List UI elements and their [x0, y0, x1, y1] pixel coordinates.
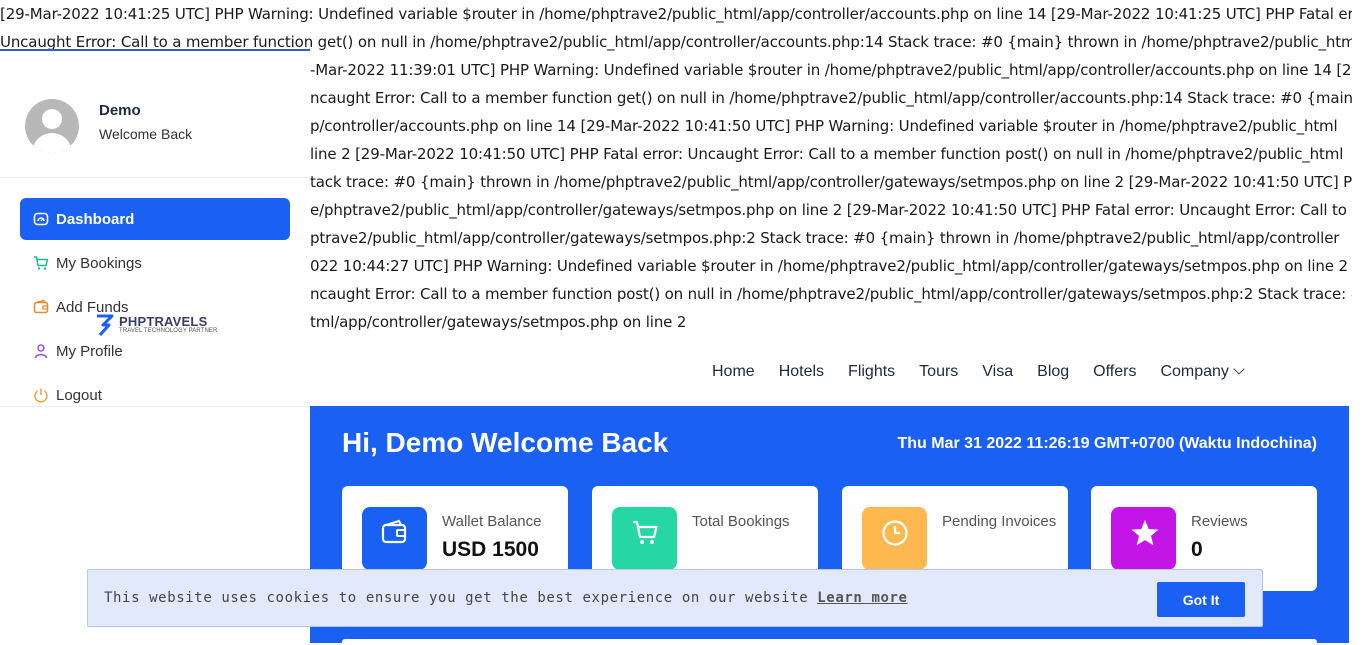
nav-company-label: Company [1160, 363, 1229, 380]
user-name: Demo [99, 102, 141, 119]
nav-flights[interactable]: Flights [836, 363, 907, 381]
cart-icon [633, 520, 658, 544]
stat-label: Reviews [1191, 513, 1248, 530]
page-title: Hi, Demo Welcome Back [342, 427, 669, 458]
stat-value: USD 1500 [442, 538, 539, 561]
current-datetime: Thu Mar 31 2022 11:26:19 GMT+0700 (Waktu… [897, 435, 1317, 452]
stat-value: 0 [1191, 538, 1203, 561]
cookie-text: This website uses cookies to ensure you … [104, 590, 809, 606]
sidebar-item-my-bookings[interactable]: My Bookings [20, 242, 290, 284]
wallet-icon [381, 519, 407, 544]
nav-home[interactable]: Home [700, 363, 767, 381]
sidebar-item-my-profile[interactable]: My Profile [20, 330, 290, 372]
cookie-banner: This website uses cookies to ensure you … [87, 569, 1263, 627]
main-navigation: Home Hotels Flights Tours Visa Blog Offe… [700, 358, 1255, 386]
sidebar-item-label: Logout [56, 386, 102, 404]
stat-label: Total Bookings [692, 513, 790, 530]
error-line: [29-Mar-2022 10:41:25 UTC] PHP Warning: … [0, 5, 1352, 23]
nav-blog[interactable]: Blog [1025, 363, 1081, 381]
chevron-down-icon [1233, 363, 1245, 375]
learn-more-link[interactable]: Learn more [817, 590, 907, 606]
got-it-button[interactable]: Got It [1157, 582, 1245, 617]
stat-tile [612, 507, 677, 570]
sidebar-item-logout[interactable]: Logout [20, 374, 290, 416]
sidebar-item-label: My Profile [56, 342, 123, 360]
nav-visa[interactable]: Visa [970, 363, 1025, 381]
sidebar-divider [0, 406, 310, 407]
nav-offers[interactable]: Offers [1081, 363, 1148, 381]
cart-icon [34, 256, 49, 270]
sidebar-item-dashboard[interactable]: Dashboard [20, 198, 290, 240]
avatar-head-shape [42, 109, 62, 129]
nav-hotels[interactable]: Hotels [767, 363, 836, 381]
stat-label: Wallet Balance [442, 513, 542, 530]
stat-tile [1111, 507, 1176, 570]
user-profile-block: Demo Welcome Back [0, 51, 310, 178]
sidebar-item-label: Dashboard [56, 210, 135, 228]
dashboard-icon [33, 212, 49, 226]
cookie-message: This website uses cookies to ensure you … [104, 590, 908, 606]
stat-tile [862, 507, 927, 570]
wallet-icon [33, 299, 49, 314]
user-welcome-text: Welcome Back [99, 126, 193, 142]
content-panel-edge [342, 639, 1317, 643]
avatar-body-shape [32, 133, 72, 153]
star-icon [1131, 520, 1159, 546]
logo-name: PHPTRAVELS [119, 313, 208, 329]
sidebar-item-label: My Bookings [56, 254, 142, 272]
stat-tile [362, 507, 427, 570]
sidebar: Demo Welcome Back Dashboard My Bookings … [0, 49, 310, 645]
avatar[interactable] [25, 99, 79, 153]
phptravels-logo[interactable]: PHPTRAVELS TRAVEL TECHNOLOGY PARTNER [94, 312, 217, 336]
stat-label: Pending Invoices [942, 513, 1057, 530]
logo-tagline: TRAVEL TECHNOLOGY PARTNER [119, 327, 218, 334]
nav-tours[interactable]: Tours [907, 363, 970, 381]
logo-mark-icon [97, 314, 114, 336]
clock-icon [882, 520, 908, 546]
user-icon [34, 344, 48, 359]
power-icon [34, 388, 48, 403]
nav-company[interactable]: Company [1148, 363, 1254, 381]
